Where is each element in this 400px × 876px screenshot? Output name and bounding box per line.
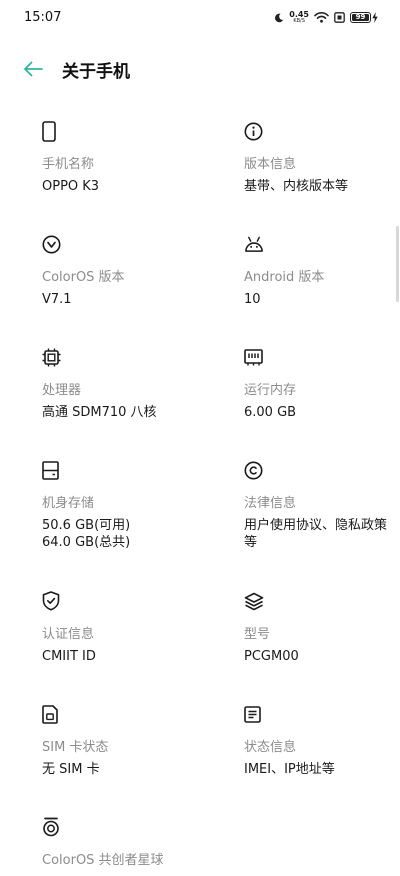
- status-time: 15:07: [24, 10, 62, 25]
- info-row: ColorOS 共创者星球: [42, 816, 400, 876]
- page-title: 关于手机: [62, 61, 130, 82]
- item-value: CMIIT ID: [42, 649, 96, 664]
- item-label: 认证信息: [42, 627, 95, 642]
- info-row: 手机名称 OPPO K3 版本信息 基带、内核版本等: [42, 120, 400, 233]
- item-label: SIM 卡状态: [42, 740, 109, 755]
- item-label: 机身存储: [42, 496, 95, 511]
- item-value: IMEI、IP地址等: [244, 762, 335, 777]
- item-coloros-creators[interactable]: ColorOS 共创者星球: [42, 816, 244, 876]
- item-label: 状态信息: [244, 740, 297, 755]
- info-row: SIM 卡状态 无 SIM 卡 状态信息 IMEI、IP地址等: [42, 703, 400, 816]
- back-arrow-icon: [24, 61, 43, 77]
- document-icon: [244, 703, 264, 725]
- item-value: 50.6 GB(可用) 64.0 GB(总共): [42, 518, 131, 550]
- processor-icon: [42, 346, 62, 368]
- item-phone-name[interactable]: 手机名称 OPPO K3: [42, 120, 244, 233]
- phone-icon: [42, 120, 62, 142]
- charging-bolt-icon: [372, 8, 378, 27]
- item-storage[interactable]: 机身存储 50.6 GB(可用) 64.0 GB(总共): [42, 459, 244, 590]
- item-value: 基带、内核版本等: [244, 179, 349, 194]
- info-grid: 手机名称 OPPO K3 版本信息 基带、内核版本等 ColorOS 版本 V7…: [42, 120, 400, 876]
- item-label: 版本信息: [244, 157, 297, 172]
- do-not-disturb-moon-icon: [274, 8, 284, 27]
- android-icon: [244, 233, 264, 255]
- item-sim-status[interactable]: SIM 卡状态 无 SIM 卡: [42, 703, 244, 816]
- item-legal-info[interactable]: 法律信息 用户使用协议、隐私政策 等: [244, 459, 400, 590]
- item-value: 高通 SDM710 八核: [42, 405, 157, 420]
- item-status-info[interactable]: 状态信息 IMEI、IP地址等: [244, 703, 400, 816]
- item-label: 型号: [244, 627, 271, 642]
- sim-card-icon: [42, 703, 62, 725]
- storage-icon: [42, 459, 62, 481]
- layers-icon: [244, 590, 264, 612]
- info-icon: [244, 120, 264, 142]
- item-value: 6.00 GB: [244, 405, 297, 420]
- item-label: 处理器: [42, 383, 82, 398]
- info-row: ColorOS 版本 V7.1 Android 版本 10: [42, 233, 400, 346]
- info-row: 认证信息 CMIIT ID 型号 PCGM00: [42, 590, 400, 703]
- item-model[interactable]: 型号 PCGM00: [244, 590, 400, 703]
- item-label: 手机名称: [42, 157, 95, 172]
- coloros-creators-icon: [42, 816, 62, 838]
- item-label: ColorOS 共创者星球: [42, 853, 164, 868]
- wifi-icon: [314, 8, 329, 27]
- item-certification[interactable]: 认证信息 CMIIT ID: [42, 590, 244, 703]
- status-icons: 0.45 KB/S 99: [274, 9, 378, 25]
- item-value: 无 SIM 卡: [42, 762, 100, 777]
- status-bar: 15:07 0.45 KB/S 99: [0, 0, 400, 36]
- item-ram[interactable]: 运行内存 6.00 GB: [244, 346, 400, 459]
- memory-icon: [244, 346, 264, 368]
- info-row: 机身存储 50.6 GB(可用) 64.0 GB(总共) 法律信息 用户使用协议…: [42, 459, 400, 590]
- item-label: 法律信息: [244, 496, 297, 511]
- battery-indicator: 99: [350, 8, 378, 27]
- battery-level: 99: [352, 13, 369, 21]
- back-button[interactable]: [21, 57, 45, 81]
- network-speed: 0.45 KB/S: [289, 10, 309, 24]
- item-value: V7.1: [42, 292, 72, 307]
- shield-check-icon: [42, 590, 62, 612]
- item-value: PCGM00: [244, 649, 299, 664]
- page-header: 关于手机: [0, 50, 400, 88]
- coloros-icon: [42, 233, 62, 255]
- item-coloros-version[interactable]: ColorOS 版本 V7.1: [42, 233, 244, 346]
- screen-record-icon: [334, 8, 345, 27]
- copyright-icon: [244, 459, 264, 481]
- item-value: 10: [244, 292, 261, 307]
- item-label: Android 版本: [244, 270, 325, 285]
- network-speed-unit: KB/S: [293, 17, 305, 24]
- item-value: 用户使用协议、隐私政策 等: [244, 518, 388, 550]
- item-label: 运行内存: [244, 383, 297, 398]
- battery-icon: 99: [350, 11, 371, 23]
- item-processor[interactable]: 处理器 高通 SDM710 八核: [42, 346, 244, 459]
- item-label: ColorOS 版本: [42, 270, 125, 285]
- info-row: 处理器 高通 SDM710 八核 运行内存 6.00 GB: [42, 346, 400, 459]
- item-android-version[interactable]: Android 版本 10: [244, 233, 400, 346]
- item-version-info[interactable]: 版本信息 基带、内核版本等: [244, 120, 400, 233]
- item-value: OPPO K3: [42, 179, 100, 194]
